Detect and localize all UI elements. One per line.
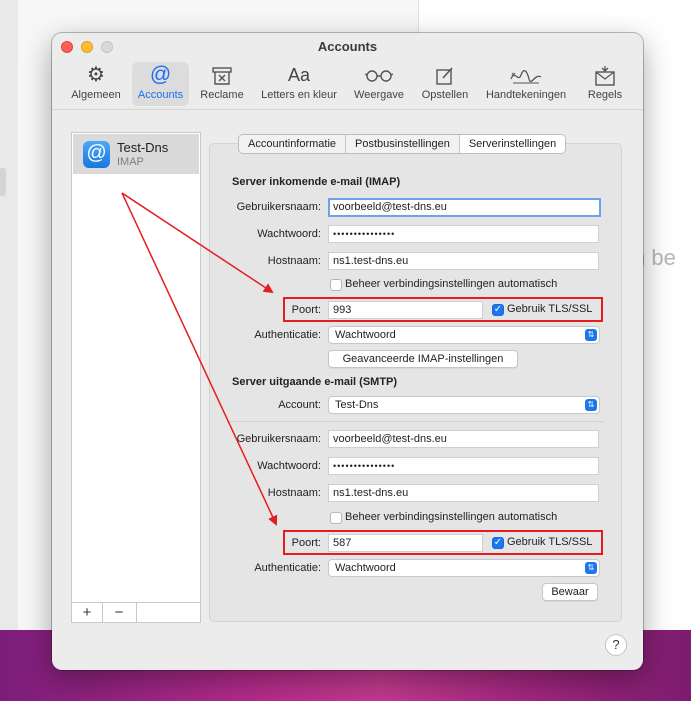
outgoing-username-field[interactable]: voorbeeld@test-dns.eu [328, 430, 599, 448]
toolbar-label: Algemeen [71, 89, 121, 101]
incoming-password-label: Wachtwoord: [257, 228, 321, 240]
outgoing-auto-manage-label: Beheer verbindingsinstellingen automatis… [345, 511, 558, 523]
outgoing-account-popup[interactable]: Test-Dns ⇅ [328, 396, 600, 414]
incoming-port-field[interactable]: 993 [328, 301, 483, 319]
outgoing-auth-popup[interactable]: Wachtwoord ⇅ [328, 559, 600, 577]
tab-postbusinstellingen[interactable]: Postbusinstellingen [346, 135, 460, 153]
outgoing-port-label: Poort: [291, 537, 321, 549]
incoming-auto-manage-checkbox[interactable] [330, 279, 342, 291]
toolbar-letters-en-kleur[interactable]: Aa Letters en kleur [256, 62, 342, 106]
incoming-auth-value: Wachtwoord [335, 329, 396, 341]
accounts-preferences-window: Accounts ⚙ Algemeen @ Accounts Reclame A… [52, 33, 643, 670]
account-item-test-dns[interactable]: @ Test-Dns IMAP [73, 134, 199, 174]
help-button[interactable]: ? [605, 634, 627, 656]
incoming-password-field[interactable]: ••••••••••••••• [328, 225, 599, 243]
incoming-auto-manage-label: Beheer verbindingsinstellingen automatis… [345, 278, 558, 290]
incoming-username-field[interactable]: voorbeeld@test-dns.eu [328, 198, 601, 217]
add-account-button[interactable]: + [72, 603, 103, 622]
at-icon: @ [83, 141, 110, 168]
chevron-updown-icon: ⇅ [585, 562, 597, 574]
toolbar-regels[interactable]: Regels [580, 62, 630, 106]
outgoing-auto-manage-checkbox[interactable] [330, 512, 342, 524]
signature-icon [480, 62, 572, 88]
outgoing-tls-label: Gebruik TLS/SSL [507, 536, 593, 548]
advanced-imap-settings-button[interactable]: Geavanceerde IMAP-instellingen [328, 350, 518, 368]
toolbar-label: Weergave [354, 89, 404, 101]
remove-account-button[interactable]: − [102, 603, 137, 622]
outgoing-auth-label: Authenticatie: [254, 562, 321, 574]
accounts-list-footer: + − [71, 602, 201, 623]
outgoing-host-field[interactable]: ns1.test-dns.eu [328, 484, 599, 502]
incoming-auth-label: Authenticatie: [254, 329, 321, 341]
chevron-updown-icon: ⇅ [585, 329, 597, 341]
toolbar-handtekeningen[interactable]: Handtekeningen [480, 62, 572, 106]
incoming-host-field[interactable]: ns1.test-dns.eu [328, 252, 599, 270]
gear-icon: ⚙ [87, 64, 105, 86]
account-name: Test-Dns [117, 140, 169, 155]
toolbar-accounts[interactable]: @ Accounts [132, 62, 189, 106]
incoming-port-label: Poort: [291, 304, 321, 316]
toolbar-label: Opstellen [421, 89, 469, 101]
chevron-updown-icon: ⇅ [585, 399, 597, 411]
outgoing-port-field[interactable]: 587 [328, 534, 483, 552]
fonts-icon: Aa [287, 65, 311, 85]
incoming-username-label: Gebruikersnaam: [236, 201, 321, 213]
outgoing-tls-checkbox[interactable]: ✓ [492, 537, 504, 549]
incoming-host-label: Hostnaam: [267, 255, 321, 267]
toolbar-weergave[interactable]: Weergave [350, 62, 408, 106]
outgoing-password-label: Wachtwoord: [257, 460, 321, 472]
outgoing-account-label: Account: [278, 399, 321, 411]
accounts-list: @ Test-Dns IMAP [71, 132, 201, 623]
save-button[interactable]: Bewaar [542, 583, 598, 601]
toolbar-opstellen[interactable]: Opstellen [416, 62, 474, 106]
rules-icon [580, 62, 630, 88]
incoming-auth-popup[interactable]: Wachtwoord ⇅ [328, 326, 600, 344]
title-bar: Accounts [52, 33, 643, 59]
tab-serverinstellingen[interactable]: Serverinstellingen [459, 135, 566, 153]
toolbar-label: Accounts [137, 89, 184, 101]
compose-icon [416, 62, 474, 88]
background-sidebar-handle [0, 168, 6, 196]
toolbar-label: Regels [587, 89, 623, 101]
account-tabs: Accountinformatie Postbusinstellingen Se… [238, 134, 567, 154]
glasses-icon [350, 62, 408, 88]
outgoing-password-field[interactable]: ••••••••••••••• [328, 457, 599, 475]
junk-icon [197, 62, 247, 88]
incoming-heading: Server inkomende e-mail (IMAP) [232, 176, 401, 188]
outgoing-auth-value: Wachtwoord [335, 562, 396, 574]
toolbar-label: Reclame [200, 89, 244, 101]
incoming-tls-label: Gebruik TLS/SSL [507, 303, 593, 315]
toolbar-reclame[interactable]: Reclame [197, 62, 247, 106]
tab-accountinformatie[interactable]: Accountinformatie [239, 135, 347, 153]
toolbar-algemeen[interactable]: ⚙ Algemeen [66, 62, 126, 106]
window-title: Accounts [317, 39, 378, 54]
at-icon: @ [149, 63, 172, 86]
background-sidebar [0, 0, 18, 630]
outgoing-account-value: Test-Dns [335, 399, 379, 411]
outgoing-host-label: Hostnaam: [267, 487, 321, 499]
account-type: IMAP [117, 156, 144, 168]
incoming-tls-checkbox[interactable]: ✓ [492, 304, 504, 316]
preferences-toolbar: ⚙ Algemeen @ Accounts Reclame Aa Letters… [52, 59, 643, 110]
toolbar-label: Letters en kleur [261, 89, 337, 101]
outgoing-heading: Server uitgaande e-mail (SMTP) [232, 376, 398, 388]
section-divider [228, 421, 604, 422]
toolbar-label: Handtekeningen [485, 89, 567, 101]
outgoing-username-label: Gebruikersnaam: [236, 433, 321, 445]
